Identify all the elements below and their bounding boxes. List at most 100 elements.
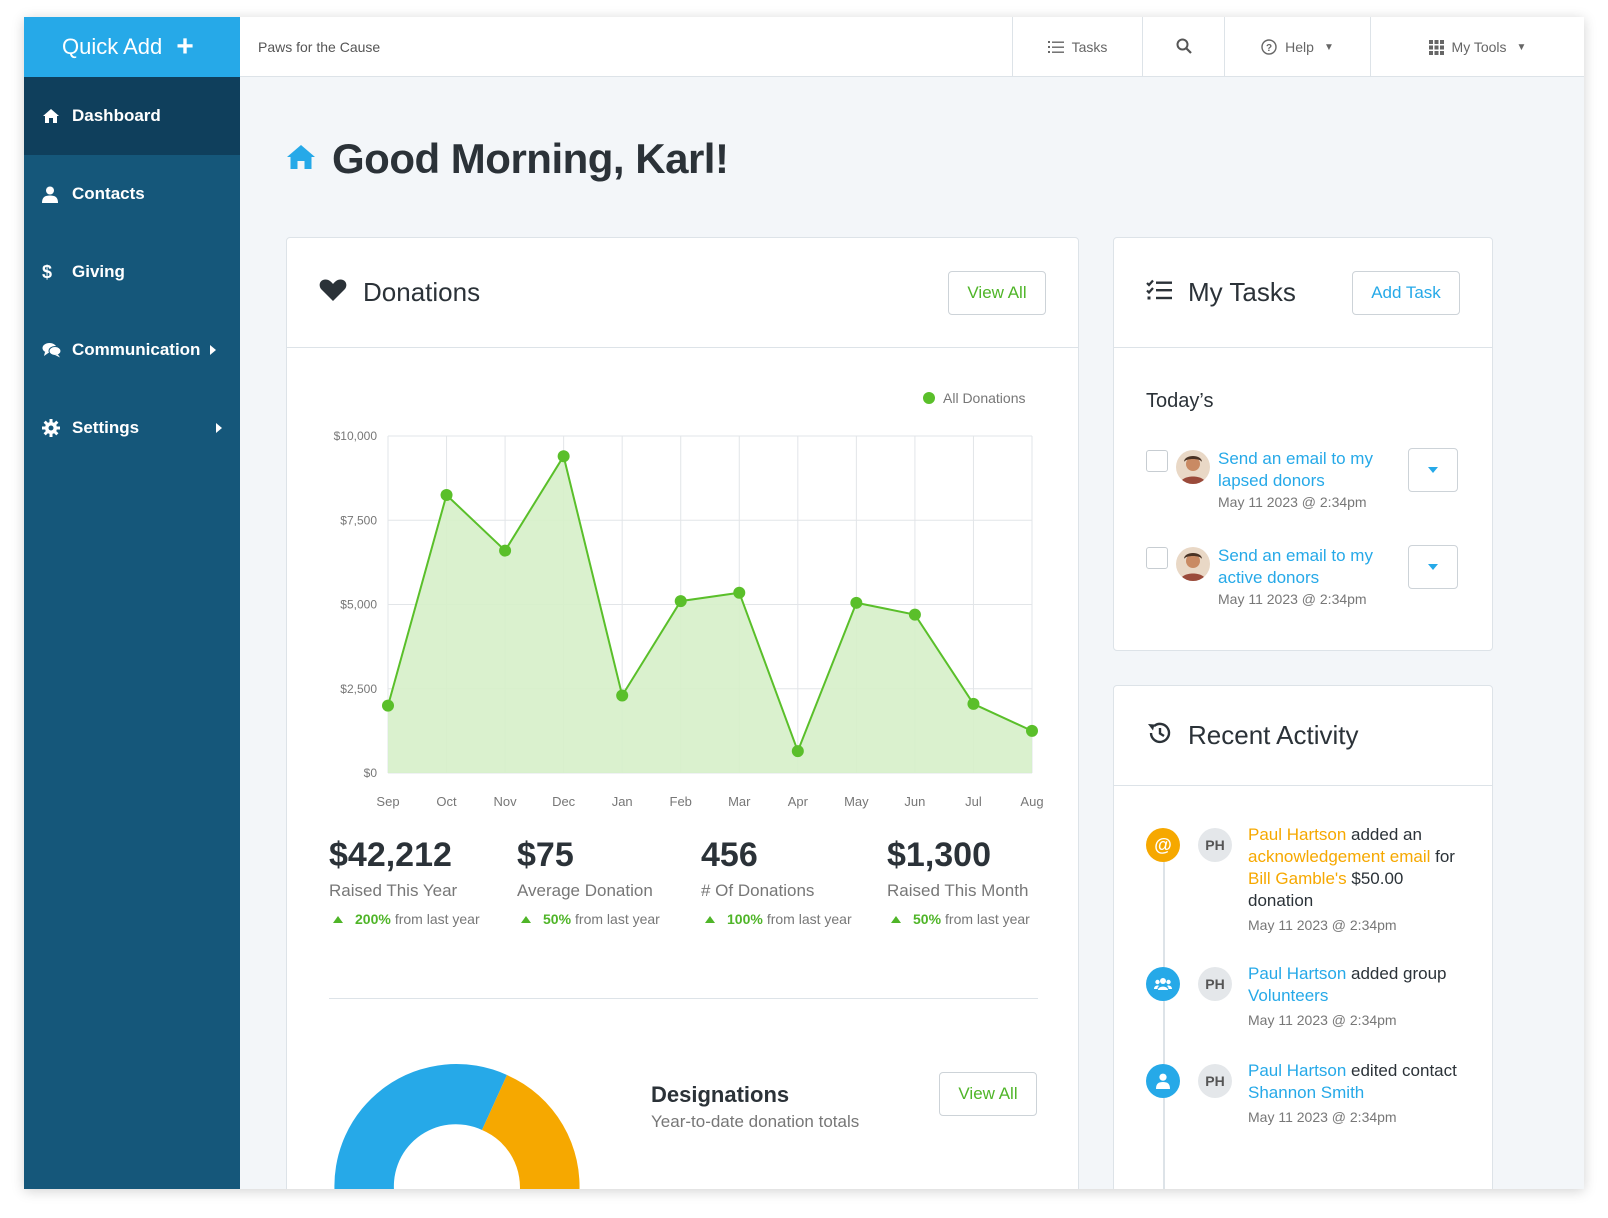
my-tasks-card-header: My Tasks Add Task [1114, 238, 1492, 348]
my-tasks-card: My Tasks Add Task Today’s Send an email … [1113, 237, 1493, 651]
sidebar-item-contacts[interactable]: Contacts [24, 155, 240, 233]
activity-time: May 11 2023 @ 2:34pm [1248, 917, 1397, 933]
x-tick-label: Mar [728, 794, 751, 809]
data-point [616, 689, 629, 702]
quick-add-button[interactable]: Quick Add + [24, 17, 240, 77]
donations-card: Donations View All All Donations $10,000… [286, 237, 1079, 1189]
y-tick-label: $2,500 [340, 682, 377, 696]
contact-link[interactable]: Bill Gamble's [1248, 869, 1347, 888]
sidebar-item-dashboard[interactable]: Dashboard [24, 77, 240, 155]
stat-value: 456 [701, 836, 758, 874]
actor-link[interactable]: Paul Hartson [1248, 964, 1346, 983]
designations-donut-chart [334, 1064, 580, 1189]
chevron-down-icon: ▼ [1516, 41, 1527, 53]
contact-link[interactable]: Shannon Smith [1248, 1083, 1364, 1102]
recent-activity-title: Recent Activity [1188, 720, 1359, 750]
up-arrow-icon [521, 915, 531, 923]
group-icon [1146, 967, 1180, 1001]
x-tick-label: Nov [494, 794, 518, 809]
activity-verb: added an [1346, 825, 1422, 844]
actor-link[interactable]: Paul Hartson [1248, 825, 1346, 844]
sidebar-item-giving[interactable]: $ Giving [24, 233, 240, 311]
actor-link[interactable]: Paul Hartson [1248, 1061, 1346, 1080]
task-title-line2: lapsed donors [1218, 471, 1325, 490]
y-tick-label: $10,000 [334, 429, 378, 443]
data-point [733, 586, 746, 599]
plus-icon: + [176, 30, 194, 63]
stat-suffix: from last year [766, 911, 852, 927]
y-tick-label: $7,500 [340, 513, 377, 527]
task-checkbox[interactable] [1146, 450, 1168, 472]
data-point [908, 608, 921, 621]
task-title-link[interactable]: Send an email to my active donors [1218, 545, 1398, 589]
task-checkbox[interactable] [1146, 547, 1168, 569]
target-link[interactable]: acknowledgement email [1248, 847, 1430, 866]
x-tick-label: May [844, 794, 869, 809]
top-bar: Quick Add + Paws for the Cause Tasks ? H… [24, 17, 1584, 77]
question-icon: ? [1261, 39, 1277, 55]
stat-number-of-donations: 456 # Of Donations 100% from last year [701, 836, 852, 927]
stat-value: $42,212 [329, 836, 452, 874]
user-icon [42, 186, 72, 203]
search-button[interactable] [1142, 17, 1224, 77]
help-button[interactable]: ? Help ▼ [1224, 17, 1370, 77]
stat-value: $1,300 [887, 836, 991, 874]
x-tick-label: Feb [670, 794, 692, 809]
list-icon [1047, 40, 1064, 54]
stat-change: 50% from last year [517, 911, 660, 927]
activity-time: May 11 2023 @ 2:34pm [1248, 1109, 1397, 1125]
x-tick-label: Jul [965, 794, 982, 809]
data-point [967, 697, 980, 710]
donations-view-all-button[interactable]: View All [948, 271, 1046, 315]
activity-text: Paul Hartson edited contact Shannon Smit… [1248, 1060, 1473, 1128]
svg-text:?: ? [1266, 43, 1272, 54]
data-point [1026, 724, 1038, 737]
group-link[interactable]: Volunteers [1248, 986, 1328, 1005]
add-task-button[interactable]: Add Task [1352, 271, 1460, 315]
y-tick-label: $0 [364, 766, 378, 780]
legend-label: All Donations [943, 390, 1026, 406]
sidebar-item-communication[interactable]: Communication [24, 311, 240, 389]
x-tick-label: Oct [436, 794, 457, 809]
avatar [1176, 450, 1210, 484]
stat-average-donation: $75 Average Donation 50% from last year [517, 836, 660, 927]
series-area [388, 456, 1032, 773]
user-icon [1146, 1064, 1180, 1098]
chevron-down-icon [1428, 467, 1438, 473]
heart-icon [319, 278, 347, 307]
activity-verb: edited contact [1346, 1061, 1457, 1080]
my-tools-button[interactable]: My Tools ▼ [1370, 17, 1584, 77]
stat-suffix: from last year [945, 911, 1030, 927]
app-window: Quick Add + Paws for the Cause Tasks ? H… [24, 17, 1584, 1189]
sidebar-item-settings[interactable]: Settings [24, 389, 240, 467]
my-tasks-title: My Tasks [1188, 277, 1296, 307]
task-options-dropdown[interactable] [1408, 545, 1458, 589]
task-title-link[interactable]: Send an email to my lapsed donors [1218, 448, 1398, 492]
legend-dot [923, 392, 935, 404]
sidebar-item-label: Settings [72, 418, 140, 437]
sidebar-item-label: Dashboard [72, 106, 161, 125]
donations-title: Donations [363, 277, 481, 307]
at-sign-icon: @ [1146, 828, 1180, 862]
x-tick-label: Sep [376, 794, 399, 809]
x-tick-label: Dec [552, 794, 576, 809]
tasks-button[interactable]: Tasks [1012, 17, 1142, 77]
activity-verb: added group [1346, 964, 1447, 983]
home-icon [42, 108, 72, 124]
up-arrow-icon [891, 915, 901, 923]
designations-subtitle: Year-to-date donation totals [651, 1112, 860, 1131]
dollar-icon: $ [42, 261, 53, 282]
x-tick-label: Apr [788, 794, 809, 809]
designations-view-all-button[interactable]: View All [939, 1072, 1037, 1116]
donations-card-header: Donations View All [287, 238, 1078, 348]
activity-text-part: for [1430, 847, 1455, 866]
sidebar-item-label: Giving [72, 262, 125, 281]
stat-label: Raised This Month [887, 881, 1029, 900]
history-icon [1146, 721, 1172, 750]
task-options-dropdown[interactable] [1408, 448, 1458, 492]
home-icon [286, 144, 316, 175]
chevron-right-icon [216, 423, 222, 433]
stat-raised-this-year: $42,212 Raised This Year 200% from last y… [329, 836, 480, 927]
donut-segment-blue [334, 1064, 507, 1189]
sidebar-item-label: Contacts [72, 184, 145, 203]
